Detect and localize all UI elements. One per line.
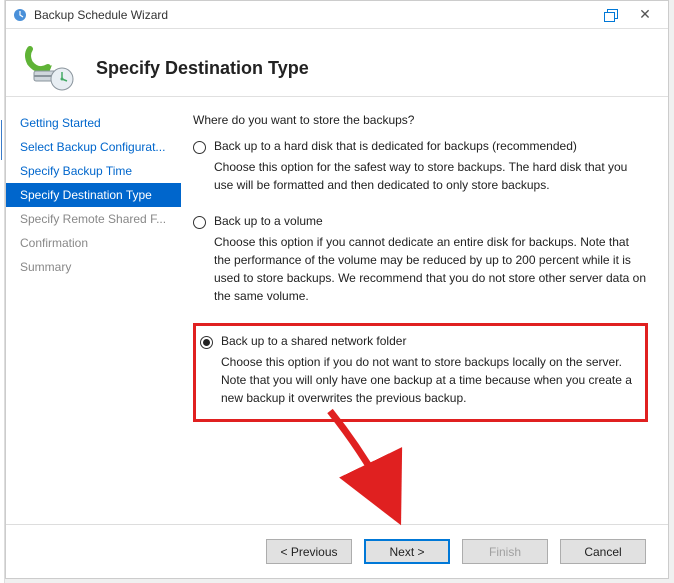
sidebar-item-getting-started[interactable]: Getting Started — [6, 111, 181, 135]
titlebar: Backup Schedule Wizard ✕ — [6, 1, 668, 29]
sidebar-item-confirmation: Confirmation — [6, 231, 181, 255]
radio-network-folder[interactable] — [200, 336, 213, 349]
option-volume[interactable]: Back up to a volume Choose this option i… — [193, 212, 648, 307]
option-label: Back up to a hard disk that is dedicated… — [214, 139, 577, 153]
radio-volume[interactable] — [193, 216, 206, 229]
option-hard-disk[interactable]: Back up to a hard disk that is dedicated… — [193, 137, 648, 196]
question-text: Where do you want to store the backups? — [193, 113, 648, 127]
sidebar-item-summary: Summary — [6, 255, 181, 279]
close-icon: ✕ — [639, 6, 651, 23]
option-label: Back up to a volume — [214, 214, 323, 228]
restore-icon — [604, 9, 618, 21]
highlighted-option-box: Back up to a shared network folder Choos… — [193, 323, 648, 422]
radio-hard-disk[interactable] — [193, 141, 206, 154]
close-button[interactable]: ✕ — [628, 4, 662, 26]
option-network-folder[interactable]: Back up to a shared network folder Choos… — [200, 332, 639, 409]
backup-wizard-icon — [24, 45, 78, 93]
wizard-dialog: Backup Schedule Wizard ✕ Specify Destina… — [5, 0, 669, 579]
titlebar-text: Backup Schedule Wizard — [34, 8, 594, 22]
sidebar-item-remote-folder: Specify Remote Shared F... — [6, 207, 181, 231]
option-desc: Choose this option for the safest way to… — [214, 158, 648, 194]
wizard-steps-sidebar: Getting Started Select Backup Configurat… — [6, 97, 181, 524]
restore-button[interactable] — [594, 4, 628, 26]
page-title: Specify Destination Type — [96, 58, 309, 79]
sidebar-item-backup-time[interactable]: Specify Backup Time — [6, 159, 181, 183]
next-button[interactable]: Next > — [364, 539, 450, 564]
previous-button[interactable]: < Previous — [266, 539, 352, 564]
option-desc: Choose this option if you cannot dedicat… — [214, 233, 648, 305]
wizard-header: Specify Destination Type — [6, 29, 668, 97]
app-icon — [12, 7, 28, 23]
sidebar-item-destination-type[interactable]: Specify Destination Type — [6, 183, 181, 207]
wizard-footer: < Previous Next > Finish Cancel — [6, 524, 668, 578]
option-desc: Choose this option if you do not want to… — [221, 353, 639, 407]
option-label: Back up to a shared network folder — [221, 334, 406, 348]
finish-button: Finish — [462, 539, 548, 564]
cancel-button[interactable]: Cancel — [560, 539, 646, 564]
sidebar-item-select-config[interactable]: Select Backup Configurat... — [6, 135, 181, 159]
wizard-content: Where do you want to store the backups? … — [181, 97, 668, 524]
